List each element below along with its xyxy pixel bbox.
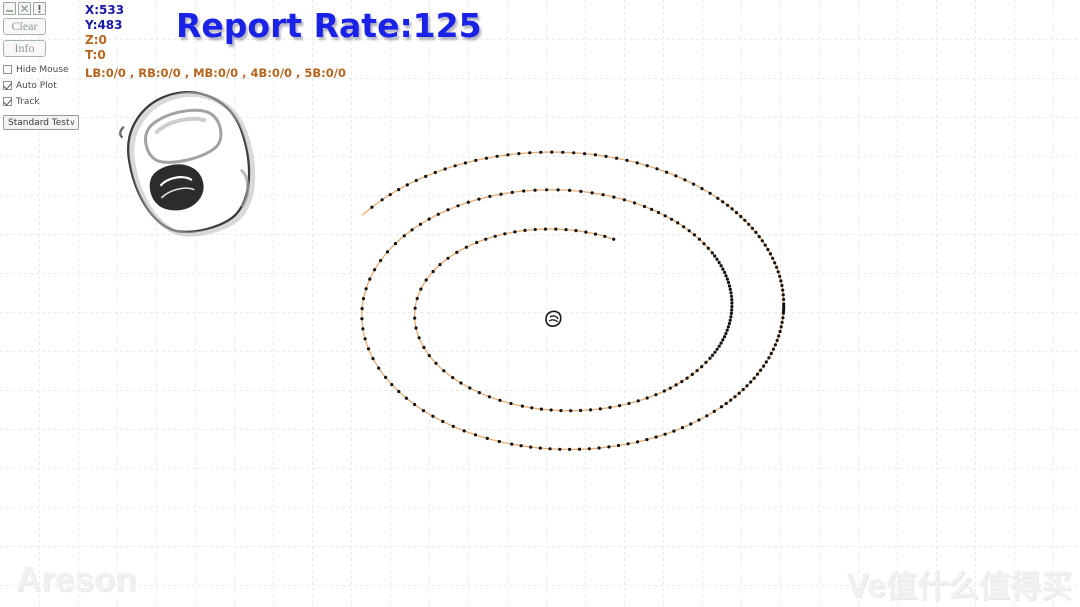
mouse-rate-test-app: Areson Ve值什么值得买 Clear Info Hide Mouse Au… bbox=[0, 0, 1080, 607]
close-icon bbox=[21, 5, 28, 12]
watermark-right: Ve值什么值得买 bbox=[846, 561, 1072, 606]
checkbox-auto-plot-label: Auto Plot bbox=[16, 80, 57, 91]
readout-z: Z:0 bbox=[85, 33, 107, 47]
mouse-illustration bbox=[119, 91, 256, 237]
checkbox-hide-mouse-box[interactable] bbox=[3, 65, 12, 74]
clear-button[interactable]: Clear bbox=[3, 18, 46, 35]
test-mode-select-value: Standard Test bbox=[8, 117, 70, 128]
trace-line bbox=[361, 151, 785, 451]
test-mode-select[interactable]: Standard Test ∨ bbox=[3, 115, 79, 130]
trace-sample-points bbox=[360, 150, 786, 451]
checkbox-hide-mouse-label: Hide Mouse bbox=[16, 64, 69, 75]
readout-t: T:0 bbox=[85, 48, 106, 62]
control-panel: Clear Info Hide Mouse Auto Plot Track St… bbox=[3, 2, 87, 130]
checkbox-track-box[interactable] bbox=[3, 97, 12, 106]
info-button[interactable] bbox=[33, 2, 46, 15]
coordinate-readout: X:533 Y:483 Z:0 T:0 bbox=[85, 3, 124, 63]
report-rate-title: Report Rate:125 bbox=[176, 6, 482, 45]
info-text-button[interactable]: Info bbox=[3, 40, 46, 57]
checkbox-auto-plot[interactable]: Auto Plot bbox=[3, 78, 87, 93]
checkbox-hide-mouse[interactable]: Hide Mouse bbox=[3, 62, 87, 77]
chevron-down-icon: ∨ bbox=[69, 117, 76, 127]
watermark-right-latin: Ve bbox=[846, 567, 886, 605]
exclamation-icon bbox=[38, 5, 41, 13]
readout-y: Y:483 bbox=[85, 18, 123, 32]
minimize-button[interactable] bbox=[3, 2, 16, 15]
checkbox-track-label: Track bbox=[16, 96, 40, 107]
button-counters-readout: LB:0/0 , RB:0/0 , MB:0/0 , 4B:0/0 , 5B:0… bbox=[85, 66, 346, 80]
readout-x: X:533 bbox=[85, 3, 125, 17]
checkbox-auto-plot-box[interactable] bbox=[3, 81, 12, 90]
watermark-right-cjk: 值什么值得买 bbox=[886, 569, 1072, 604]
checkbox-track[interactable]: Track bbox=[3, 94, 87, 109]
close-button[interactable] bbox=[18, 2, 31, 15]
mouse-trace-plot bbox=[360, 150, 786, 451]
watermark-left: Areson bbox=[16, 560, 137, 599]
window-controls bbox=[3, 2, 87, 15]
cursor-marker-icon bbox=[545, 310, 562, 327]
background-grid bbox=[0, 0, 1080, 607]
minimize-icon bbox=[6, 10, 13, 12]
